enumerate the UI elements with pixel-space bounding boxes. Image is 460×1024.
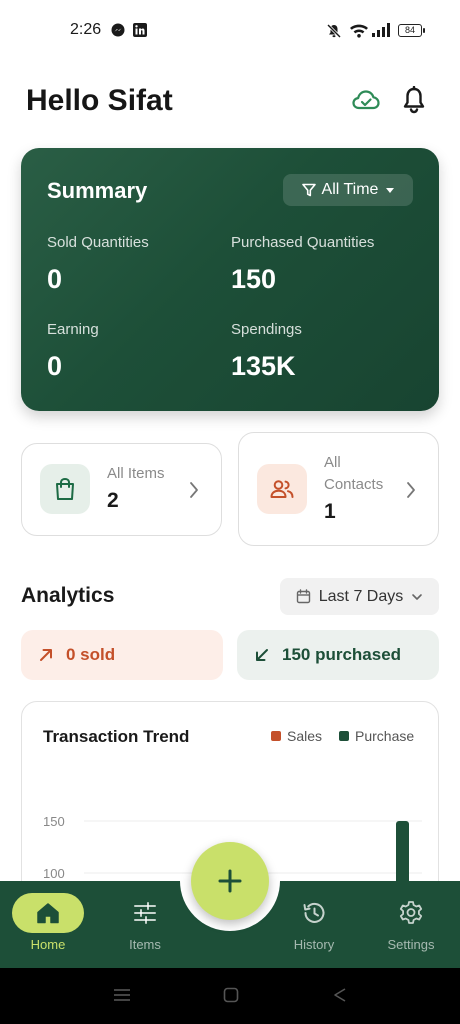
home-system-icon[interactable]: [223, 987, 239, 1003]
all-contacts-value: 1: [324, 500, 336, 523]
y-tick-100: 100: [43, 866, 65, 881]
all-contacts-card[interactable]: All Contacts 1: [238, 432, 439, 546]
arrow-up-right-icon: [40, 649, 52, 661]
sold-summary-pill: 0 sold: [21, 630, 223, 680]
history-icon: [303, 902, 325, 923]
nav-items-label: Items: [129, 937, 161, 952]
nav-settings-icon-wrap: [375, 893, 447, 933]
screen: 2:26 84 Hello Sifat Summary All Time Sol…: [0, 0, 460, 1024]
chevron-down-icon: [412, 593, 423, 600]
date-range-dropdown[interactable]: Last 7 Days: [280, 578, 439, 615]
greeting-title: Hello Sifat: [26, 84, 173, 117]
arrow-down-left-icon: [256, 649, 268, 661]
add-fab-button[interactable]: [191, 842, 269, 920]
earning-label: Earning: [47, 321, 99, 338]
back-icon[interactable]: [332, 987, 348, 1003]
sold-pill-label: 0 sold: [66, 645, 116, 664]
nav-home-label: Home: [30, 937, 66, 952]
earning-value: 0: [47, 351, 63, 381]
shopping-bag-icon: [56, 477, 74, 500]
time-filter-label: All Time: [321, 181, 379, 198]
status-time: 2:26: [70, 21, 102, 38]
spendings-label: Spendings: [231, 321, 302, 338]
nav-history-label: History: [293, 937, 335, 952]
sold-quantities-label: Sold Quantities: [47, 234, 149, 251]
contacts-icon-box: [257, 464, 307, 514]
purchased-summary-pill: 150 purchased: [237, 630, 439, 680]
date-range-label: Last 7 Days: [318, 587, 404, 605]
wifi-icon: [350, 24, 368, 38]
calendar-icon: [296, 589, 310, 604]
cloud-sync-icon[interactable]: [352, 89, 380, 111]
nav-items-icon-wrap: [109, 893, 181, 933]
nav-settings[interactable]: Settings: [366, 881, 456, 968]
purchased-quantities-value: 150: [231, 264, 277, 294]
spendings-value: 135K: [231, 351, 296, 381]
users-icon: [270, 480, 294, 498]
chevron-right-icon: [407, 482, 415, 498]
system-nav-bar: [0, 968, 460, 1024]
recents-icon[interactable]: [113, 987, 131, 1003]
all-contacts-label-line1: All: [324, 454, 341, 471]
messenger-icon: [111, 23, 125, 37]
home-icon: [37, 903, 59, 924]
nav-history-icon-wrap: [278, 893, 350, 933]
all-items-value: 2: [107, 489, 119, 512]
status-bar: 2:26 84: [0, 0, 460, 60]
y-tick-150: 150: [43, 814, 65, 829]
chevron-right-icon: [190, 482, 198, 498]
filter-icon: [301, 183, 316, 197]
nav-settings-label: Settings: [387, 937, 435, 952]
linkedin-icon: [133, 23, 147, 37]
nav-history[interactable]: History: [269, 881, 359, 968]
summary-title: Summary: [47, 178, 148, 203]
purchased-quantities-label: Purchased Quantities: [231, 234, 375, 251]
all-items-label: All Items: [107, 465, 165, 482]
bell-icon[interactable]: [402, 86, 426, 114]
analytics-title: Analytics: [21, 584, 115, 607]
purchased-pill-label: 150 purchased: [282, 645, 402, 664]
chevron-down-icon: [386, 187, 395, 193]
mute-icon: [326, 23, 342, 39]
nav-home-highlight: [12, 893, 84, 933]
item-icon-box: [40, 464, 90, 514]
summary-card: Summary All Time Sold Quantities 0 Purch…: [21, 148, 439, 411]
signal-icon: [372, 23, 390, 37]
sliders-icon: [134, 902, 156, 924]
gear-icon: [399, 901, 423, 924]
nav-home[interactable]: Home: [3, 881, 93, 968]
time-filter-dropdown[interactable]: All Time: [283, 174, 413, 206]
nav-items[interactable]: Items: [100, 881, 190, 968]
all-items-card[interactable]: All Items 2: [21, 443, 222, 536]
all-contacts-label-line2: Contacts: [324, 476, 384, 493]
sold-quantities-value: 0: [47, 264, 63, 294]
plus-icon: [218, 869, 242, 893]
battery-indicator: 84: [398, 24, 425, 37]
